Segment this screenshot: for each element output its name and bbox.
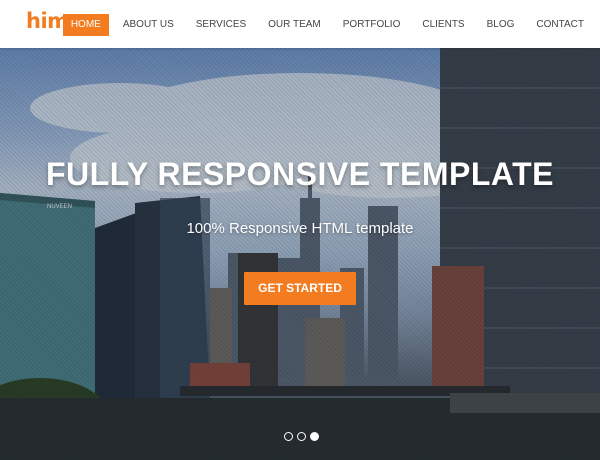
nav-item-portfolio[interactable]: PORTFOLIO	[335, 14, 409, 36]
hero-banner: NUVEEN FULLY RESPONSIVE TEMPLATE 100% Re…	[0, 48, 600, 460]
slider-dot-2[interactable]	[297, 432, 306, 441]
get-started-button[interactable]: GET STARTED	[244, 272, 356, 305]
nav-item-our-team[interactable]: OUR TEAM	[260, 14, 329, 36]
top-navbar: himu HOME ABOUT US SERVICES OUR TEAM POR…	[0, 0, 600, 48]
main-nav: HOME ABOUT US SERVICES OUR TEAM PORTFOLI…	[57, 14, 592, 36]
slider-dot-1[interactable]	[284, 432, 293, 441]
slider-dot-3[interactable]	[310, 432, 319, 441]
slider-pagination	[284, 432, 323, 441]
hero-title: FULLY RESPONSIVE TEMPLATE	[46, 156, 554, 192]
hero-pattern	[0, 48, 600, 460]
nav-item-home[interactable]: HOME	[62, 14, 109, 36]
nav-item-about-us[interactable]: ABOUT US	[115, 14, 182, 36]
nav-item-clients[interactable]: CLIENTS	[414, 14, 472, 36]
nav-item-contact[interactable]: CONTACT	[528, 14, 592, 36]
nav-item-services[interactable]: SERVICES	[188, 14, 254, 36]
hero-subtitle: 100% Responsive HTML template	[186, 220, 414, 237]
nav-item-blog[interactable]: BLOG	[479, 14, 523, 36]
